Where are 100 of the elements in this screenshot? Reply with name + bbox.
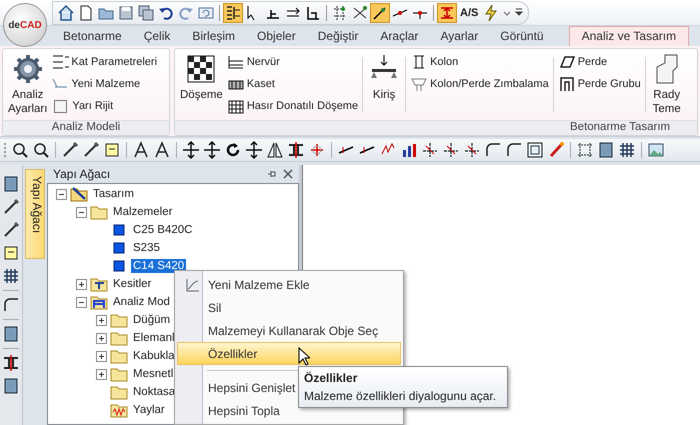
- tree-item[interactable]: Kesitler: [111, 277, 154, 291]
- pen-icon[interactable]: [2, 198, 20, 216]
- marker-icon[interactable]: [547, 141, 565, 159]
- pen-icon[interactable]: [2, 221, 20, 239]
- block-icon[interactable]: [597, 141, 615, 159]
- block-icon[interactable]: [2, 175, 20, 193]
- corner-icon[interactable]: [505, 141, 523, 159]
- ribs-icon: [226, 53, 245, 71]
- tree-item[interactable]: Düğüm: [131, 313, 172, 327]
- cross-icon[interactable]: [442, 141, 460, 159]
- toolbar-label[interactable]: A/S: [458, 6, 480, 18]
- ribbon-tab[interactable]: Analiz ve Tasarım: [568, 26, 690, 46]
- save-icon[interactable]: [137, 4, 155, 22]
- cross-icon[interactable]: [463, 141, 481, 159]
- move-icon[interactable]: [245, 141, 263, 159]
- ribbon-button[interactable]: Kiriş: [365, 51, 404, 118]
- move-icon[interactable]: [203, 141, 221, 159]
- cross-icon[interactable]: [421, 141, 439, 159]
- ribbon-tab[interactable]: Ayarlar: [429, 27, 490, 46]
- ribbon-button[interactable]: Kolon: [410, 52, 549, 72]
- ribbon-tab[interactable]: Birleşim: [181, 27, 246, 46]
- expander-icon[interactable]: [76, 296, 87, 308]
- rotate-icon[interactable]: [224, 141, 242, 159]
- ribbon-button[interactable]: Döşeme: [178, 51, 225, 118]
- ribbon-button[interactable]: Kat Parametreleri: [51, 52, 158, 72]
- section-icon[interactable]: [287, 141, 305, 159]
- triangle-icon[interactable]: [132, 141, 150, 159]
- ribbon-tab[interactable]: Çelik: [132, 27, 182, 46]
- bar-chart-icon[interactable]: [400, 141, 418, 159]
- ribbon-button[interactable]: Yeni Malzeme: [51, 74, 158, 94]
- ribbon-button[interactable]: Rady Teme: [648, 51, 686, 118]
- menu-item[interactable]: Özellikler: [177, 342, 401, 365]
- panel-title: Yapı Ağacı: [53, 167, 112, 181]
- menu-item[interactable]: Sil: [177, 296, 401, 319]
- expander-icon[interactable]: [56, 188, 67, 200]
- tree-item[interactable]: Yaylar: [131, 403, 167, 417]
- tool-icon[interactable]: [351, 4, 369, 22]
- gear-icon: [12, 53, 44, 85]
- pen-icon[interactable]: [82, 141, 100, 159]
- tree-item[interactable]: Mesnetl: [131, 367, 176, 381]
- block-icon[interactable]: [2, 325, 20, 343]
- frame-icon: [558, 75, 576, 93]
- expander-icon[interactable]: [96, 368, 107, 380]
- side-tab[interactable]: Yapı Ağacı: [25, 169, 45, 259]
- ribbon-button[interactable]: Hasır Donatılı Döşeme: [226, 96, 358, 116]
- ribbon-button[interactable]: Perde Grubu: [558, 74, 641, 94]
- expander-icon[interactable]: [96, 332, 107, 344]
- group-label: Analiz Modeli: [3, 120, 169, 135]
- checkerboard-icon: [185, 53, 218, 85]
- block-icon[interactable]: [2, 377, 20, 395]
- ribbon-button[interactable]: Kaset: [226, 74, 358, 94]
- tree-item[interactable]: Elemanl: [131, 331, 177, 345]
- mirror-icon[interactable]: [266, 141, 284, 159]
- home-icon[interactable]: [57, 4, 75, 22]
- ribbon-tab[interactable]: Araçlar: [369, 27, 430, 46]
- corner-icon[interactable]: [2, 296, 20, 314]
- note-icon[interactable]: [103, 141, 121, 159]
- app-logo[interactable]: deCAD: [3, 3, 47, 47]
- frame-icon[interactable]: [526, 141, 544, 159]
- tool-icon[interactable]: [371, 4, 389, 22]
- zoom-icon[interactable]: [11, 141, 29, 159]
- close-icon[interactable]: [283, 169, 293, 179]
- tree-item[interactable]: Malzemeler: [111, 205, 174, 219]
- ribbon-tab[interactable]: Değiştir: [306, 27, 370, 46]
- tool-icon[interactable]: [224, 4, 242, 22]
- move-icon[interactable]: [182, 141, 200, 159]
- expander-icon[interactable]: [96, 314, 107, 326]
- ribbon-tab[interactable]: Görüntü: [489, 27, 555, 46]
- section-icon[interactable]: [2, 354, 20, 372]
- tree-item[interactable]: Noktasa: [131, 385, 178, 399]
- ribbon-button[interactable]: Kolon/Perde Zımbalama: [410, 74, 549, 94]
- menu-item[interactable]: Malzemeyi Kullanarak Obje Seç: [177, 319, 401, 342]
- tree-item[interactable]: C25 B420C: [131, 223, 194, 237]
- cursor-icon: [298, 347, 310, 366]
- menu-item[interactable]: Yeni Malzeme Ekle: [177, 273, 401, 296]
- ribbon-button[interactable]: Analiz Ayarları: [6, 51, 50, 118]
- corner-icon[interactable]: [484, 141, 502, 159]
- triangle-icon[interactable]: [153, 141, 171, 159]
- pen-icon[interactable]: [61, 141, 79, 159]
- ribbon-button[interactable]: Nervür: [226, 52, 358, 72]
- tree-item[interactable]: Tasarım: [91, 187, 136, 201]
- ribbon-tab[interactable]: Objeler: [246, 27, 307, 46]
- tree-item[interactable]: Kabukla: [131, 349, 177, 363]
- tree-item[interactable]: C14 S420: [131, 259, 186, 273]
- expander-icon[interactable]: [96, 350, 107, 362]
- list-icon: [51, 53, 70, 71]
- pin-icon[interactable]: [267, 169, 277, 179]
- tree-item[interactable]: S235: [131, 241, 162, 255]
- expander-icon[interactable]: [76, 206, 87, 218]
- expander-icon[interactable]: [76, 278, 87, 290]
- ribbon-tab[interactable]: Betonarme: [52, 27, 133, 46]
- ribbon-button[interactable]: Perde: [558, 52, 641, 72]
- save-icon[interactable]: [117, 4, 135, 22]
- image-icon[interactable]: [647, 141, 665, 159]
- checkbox[interactable]: Yarı Rijit: [51, 96, 158, 116]
- note-icon[interactable]: [2, 244, 20, 262]
- tree-item[interactable]: Analiz Mod: [111, 295, 172, 309]
- target-icon[interactable]: [308, 141, 326, 159]
- tooltip-title: Özellikler: [304, 371, 358, 385]
- zoom-icon[interactable]: [32, 141, 50, 159]
